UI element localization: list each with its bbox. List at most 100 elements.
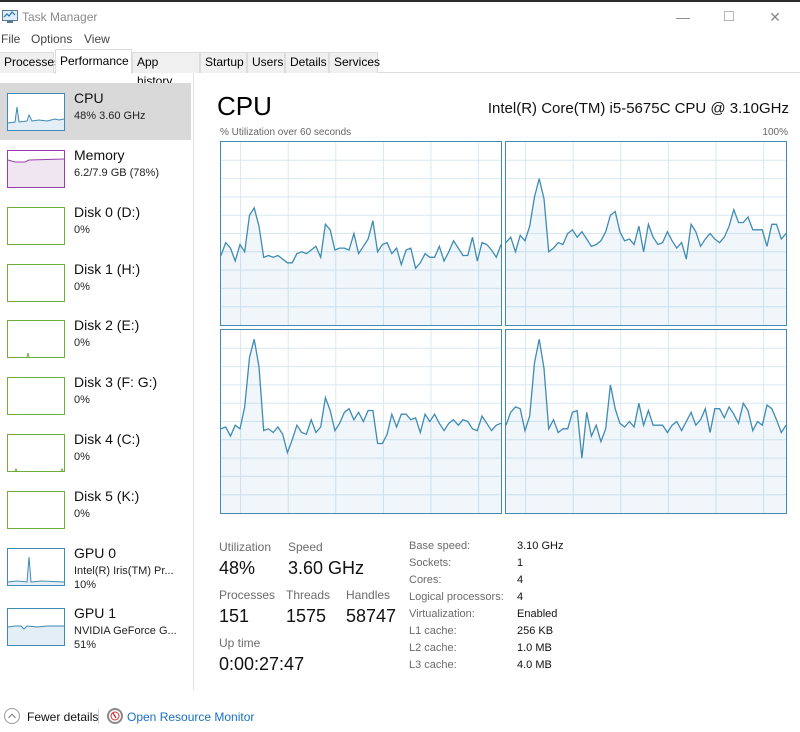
threads-label: Threads (286, 588, 331, 602)
graph-caption: % Utilization over 60 seconds (220, 127, 352, 138)
sidebar-cpu-name: CPU (74, 90, 104, 106)
tab-details[interactable]: Details (285, 52, 329, 73)
l3-cache-label: L3 cache: (409, 659, 457, 671)
gpu-0-thumbnail-graph (7, 548, 65, 586)
sidebar-item-disk-0[interactable]: Disk 0 (D:) 0% (0, 197, 191, 254)
task-manager-icon (2, 10, 18, 23)
menu-file[interactable]: File (1, 32, 20, 46)
cores-value: 4 (517, 574, 524, 586)
sidebar-gpu-1-value: 51% (74, 639, 97, 651)
close-icon: ✕ (769, 8, 781, 25)
utilization-area (506, 178, 786, 325)
sidebar-item-cpu[interactable]: CPU 48% 3.60 GHz (0, 83, 191, 140)
footer-bar: Fewer details Open Resource Monitor (0, 700, 800, 732)
footer-divider (98, 709, 99, 724)
tab-processes[interactable]: Processes (0, 52, 60, 73)
l3-cache-value: 4.0 MB (517, 659, 552, 671)
sidebar-disk-2-value: 0% (74, 337, 90, 349)
sidebar-disk-1-value: 0% (74, 281, 90, 293)
menu-options[interactable]: Options (31, 32, 72, 46)
sidebar-memory-name: Memory (74, 147, 125, 163)
logical-processors-label: Logical processors: (409, 591, 504, 603)
menu-view[interactable]: View (84, 32, 110, 46)
virtualization-value: Enabled (517, 608, 558, 620)
utilization-value: 48% (219, 558, 256, 578)
tab-bar: Processes Performance App history Startu… (0, 49, 800, 88)
window-title: Task Manager (22, 10, 98, 24)
sidebar-disk-3-name: Disk 3 (F: G:) (74, 374, 158, 390)
fewer-details-label: Fewer details (27, 710, 99, 724)
speed-label: Speed (288, 540, 323, 554)
sidebar-disk-2-name: Disk 2 (E:) (74, 317, 140, 333)
minimize-button[interactable]: — (660, 4, 706, 30)
page-title: CPU (217, 91, 272, 121)
minimize-icon: — (676, 9, 690, 25)
sidebar: CPU 48% 3.60 GHz Memory 6.2/7.9 GB (78%)… (0, 73, 194, 690)
l1-cache-value: 256 KB (517, 625, 554, 637)
sidebar-item-disk-3[interactable]: Disk 3 (F: G:) 0% (0, 367, 191, 424)
graph-max-label: 100% (762, 127, 788, 138)
threads-value: 1575 (286, 606, 327, 626)
maximize-icon: □ (724, 8, 734, 25)
base-speed-label: Base speed: (409, 540, 471, 552)
logical-processors-value: 4 (517, 591, 524, 603)
sidebar-item-disk-1[interactable]: Disk 1 (H:) 0% (0, 254, 191, 311)
title-bar: Task Manager — □ ✕ (0, 2, 800, 30)
sidebar-item-gpu-1[interactable]: GPU 1 NVIDIA GeForce G... 51% (0, 598, 191, 658)
sidebar-disk-5-name: Disk 5 (K:) (74, 488, 140, 504)
virtualization-label: Virtualization: (409, 608, 475, 620)
sidebar-item-gpu-0[interactable]: GPU 0 Intel(R) Iris(TM) Pr... 10% (0, 538, 191, 598)
sidebar-item-disk-2[interactable]: Disk 2 (E:) 0% (0, 310, 191, 367)
tab-services[interactable]: Services (329, 52, 380, 73)
maximize-button[interactable]: □ (706, 4, 752, 30)
disk-4-thumbnail-graph (7, 434, 65, 472)
cpu-model-name: Intel(R) Core(TM) i5-5675C CPU @ 3.10GHz (487, 100, 789, 117)
processes-value: 151 (219, 606, 250, 626)
disk-1-thumbnail-graph (7, 264, 65, 302)
utilization-area (221, 207, 501, 325)
cpu-panel: CPU Intel(R) Core(TM) i5-5675C CPU @ 3.1… (195, 73, 800, 690)
sidebar-item-disk-5[interactable]: Disk 5 (K:) 0% (0, 481, 191, 538)
close-button[interactable]: ✕ (752, 4, 798, 30)
sidebar-gpu-0-value: 10% (74, 579, 97, 591)
sidebar-gpu-0-model: Intel(R) Iris(TM) Pr... (74, 565, 174, 577)
handles-value: 58747 (346, 606, 397, 626)
sidebar-disk-1-name: Disk 1 (H:) (74, 261, 141, 277)
sidebar-disk-0-value: 0% (74, 224, 90, 236)
tab-users[interactable]: Users (247, 52, 285, 73)
menu-bar: File Options View (0, 30, 800, 48)
chevron-up-icon (4, 708, 20, 724)
disk-0-thumbnail-graph (7, 207, 65, 245)
sidebar-disk-3-value: 0% (74, 394, 90, 406)
tab-performance[interactable]: Performance (55, 49, 132, 74)
handles-label: Handles (346, 588, 391, 602)
sidebar-gpu-0-name: GPU 0 (74, 545, 117, 561)
tab-startup[interactable]: Startup (200, 52, 247, 73)
resource-monitor-icon (107, 708, 123, 724)
open-resource-monitor-label[interactable]: Open Resource Monitor (127, 710, 254, 724)
sidebar-disk-4-name: Disk 4 (C:) (74, 431, 141, 447)
tab-app-history[interactable]: App history (132, 52, 200, 88)
logical-processor-graph-3 (505, 329, 787, 514)
sidebar-disk-4-value: 0% (74, 451, 90, 463)
speed-value: 3.60 GHz (288, 558, 365, 578)
disk-5-thumbnail-graph (7, 491, 65, 529)
logical-processor-graph-0 (220, 141, 502, 326)
sidebar-gpu-1-name: GPU 1 (74, 605, 117, 621)
disk-2-thumbnail-graph (7, 320, 65, 358)
l2-cache-label: L2 cache: (409, 642, 457, 654)
logical-processor-graph-2 (220, 329, 502, 514)
sidebar-item-memory[interactable]: Memory 6.2/7.9 GB (78%) (0, 140, 191, 197)
sidebar-item-disk-4[interactable]: Disk 4 (C:) 0% (0, 424, 191, 481)
sockets-label: Sockets: (409, 557, 452, 569)
processes-label: Processes (219, 588, 276, 602)
logical-processor-graph-1 (505, 141, 787, 326)
cores-label: Cores: (409, 574, 442, 586)
l1-cache-label: L1 cache: (409, 625, 457, 637)
memory-thumbnail-graph (7, 150, 65, 188)
l2-cache-value: 1.0 MB (517, 642, 552, 654)
sidebar-disk-0-name: Disk 0 (D:) (74, 204, 141, 220)
sidebar-cpu-value: 48% 3.60 GHz (74, 110, 146, 122)
uptime-value: 0:00:27:47 (219, 654, 305, 674)
cpu-thumbnail-graph (7, 93, 65, 131)
